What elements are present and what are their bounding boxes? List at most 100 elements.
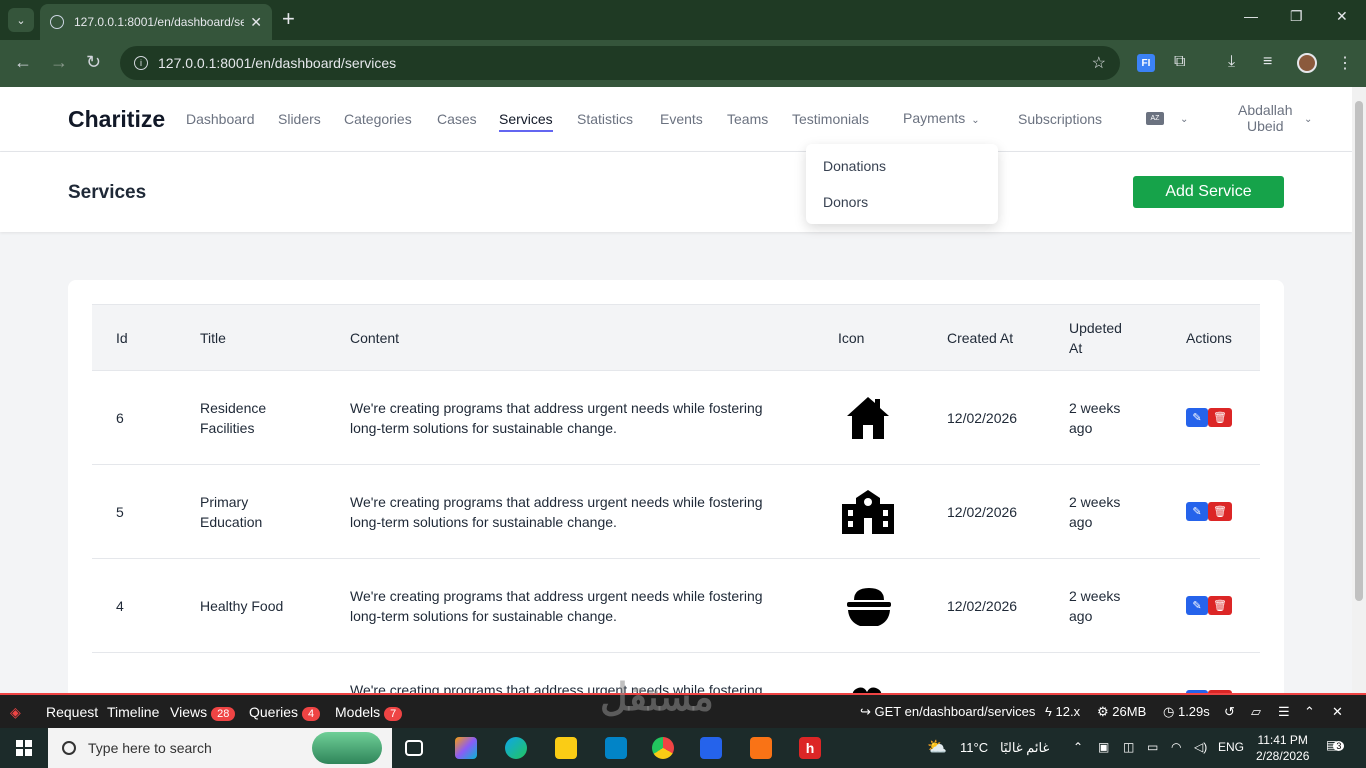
- tab-search-button[interactable]: ⌄: [8, 8, 34, 32]
- nav-cases[interactable]: Cases: [437, 111, 477, 127]
- language-chevron-icon[interactable]: ⌄: [1174, 109, 1188, 125]
- history-icon[interactable]: ↺: [1224, 704, 1235, 720]
- cell-created: 12/02/2026: [923, 370, 1045, 465]
- reload-icon[interactable]: ↻: [86, 52, 101, 73]
- services-table: Id Title Content Icon Created At Updeted…: [92, 304, 1260, 693]
- user-chevron-icon[interactable]: ⌄: [1298, 109, 1312, 125]
- fi-extension-icon[interactable]: FI: [1137, 54, 1155, 72]
- volume-icon[interactable]: ◁): [1194, 740, 1207, 754]
- site-info-icon[interactable]: i: [134, 56, 148, 70]
- school-icon: [842, 489, 894, 534]
- cell-icon: [814, 464, 923, 559]
- debug-request-tab[interactable]: Request: [46, 704, 98, 720]
- nav-teams[interactable]: Teams: [727, 111, 768, 127]
- edit-icon[interactable]: ✎: [1186, 596, 1208, 615]
- user-first-name: Abdallah: [1238, 102, 1293, 118]
- nav-dashboard[interactable]: Dashboard: [186, 111, 255, 127]
- debug-models-tab[interactable]: Models 7: [335, 704, 403, 721]
- trash-icon[interactable]: 🗑: [1208, 596, 1232, 615]
- wifi-icon[interactable]: ◠: [1171, 740, 1181, 754]
- nav-services[interactable]: Services: [499, 111, 553, 132]
- download-icon[interactable]: ⤓: [1228, 53, 1235, 71]
- debug-queries-tab[interactable]: Queries 4: [249, 704, 321, 721]
- close-window-icon[interactable]: ✕: [1336, 8, 1348, 25]
- dropdown-item-donors[interactable]: Donors: [823, 194, 868, 210]
- restore-icon[interactable]: ❐: [1290, 8, 1303, 25]
- debug-views-label: Views: [170, 704, 208, 720]
- taskbar-clock[interactable]: 11:41 PM 2/28/2026: [1256, 732, 1309, 764]
- notifications-icon[interactable]: ▤3: [1326, 738, 1345, 752]
- brand-logo[interactable]: Charitize: [68, 106, 165, 133]
- trash-icon[interactable]: 🗑: [1208, 408, 1232, 427]
- xampp-icon[interactable]: [750, 737, 772, 759]
- laravel-icon[interactable]: ◈: [10, 704, 21, 721]
- taskbar-search-placeholder: Type here to search: [88, 740, 212, 756]
- herd-icon[interactable]: h: [799, 737, 821, 759]
- browser-tab[interactable]: 127.0.0.1:8001/en/dashboard/se ✕: [40, 4, 272, 40]
- payments-dropdown: Donations Donors: [806, 144, 998, 224]
- nav-categories[interactable]: Categories: [344, 111, 412, 127]
- route-info[interactable]: ↪ GET en/dashboard/services: [860, 704, 1035, 720]
- nav-subscriptions[interactable]: Subscriptions: [1018, 111, 1102, 127]
- cell-updated: 2 weeks: [1045, 652, 1162, 693]
- add-service-button[interactable]: Add Service: [1133, 176, 1284, 208]
- route-text: GET en/dashboard/services: [874, 704, 1036, 719]
- language-icon[interactable]: AZ: [1146, 112, 1164, 125]
- profile-avatar[interactable]: [1297, 53, 1317, 73]
- tray-apps-icon[interactable]: ▣: [1098, 740, 1109, 754]
- copilot-icon[interactable]: [455, 737, 477, 759]
- media-control-icon[interactable]: ≡: [1263, 53, 1272, 71]
- edit-icon[interactable]: ✎: [1186, 408, 1208, 427]
- nav-payments[interactable]: Payments ⌄: [903, 110, 980, 126]
- taskbar-search[interactable]: Type here to search: [48, 728, 392, 768]
- address-bar[interactable]: i 127.0.0.1:8001/en/dashboard/services ☆: [120, 46, 1120, 80]
- chevron-up-icon[interactable]: ⌃: [1304, 704, 1315, 720]
- cell-content: We're creating programs that address urg…: [326, 652, 814, 693]
- close-tab-icon[interactable]: ✕: [250, 14, 262, 31]
- tray-network-icon[interactable]: ◫: [1123, 740, 1134, 754]
- trash-icon[interactable]: 🗑: [1208, 502, 1232, 521]
- edit-icon[interactable]: ✎: [1186, 502, 1208, 521]
- dropdown-item-donations[interactable]: Donations: [823, 158, 886, 174]
- nav-testimonials[interactable]: Testimonials: [792, 111, 869, 127]
- battery-icon[interactable]: ▭: [1147, 740, 1158, 754]
- nav-sliders[interactable]: Sliders: [278, 111, 321, 127]
- input-language[interactable]: ENG: [1218, 740, 1244, 754]
- cell-updated: 2 weeks ago: [1045, 464, 1162, 559]
- menu-kebab-icon[interactable]: ⋮: [1337, 53, 1353, 73]
- cell-updated: 2 weeks ago: [1045, 370, 1162, 465]
- weather-cloud-icon[interactable]: ⛅: [927, 737, 947, 757]
- back-icon[interactable]: ←: [14, 52, 32, 73]
- extensions-icon[interactable]: ⧉: [1174, 53, 1185, 71]
- bookmark-star-icon[interactable]: ☆: [1092, 53, 1106, 73]
- new-tab-button[interactable]: +: [282, 7, 295, 31]
- edge-icon[interactable]: [505, 737, 527, 759]
- cell-id: 5: [92, 464, 176, 559]
- debug-timeline-tab[interactable]: Timeline: [107, 704, 159, 720]
- user-menu[interactable]: Abdallah Ubeid: [1238, 102, 1293, 134]
- file-explorer-icon[interactable]: [555, 737, 577, 759]
- services-card: Id Title Content Icon Created At Updeted…: [68, 280, 1284, 693]
- scrollbar-thumb[interactable]: [1355, 101, 1363, 601]
- cell-title: Healthy Food: [176, 558, 326, 653]
- weather-temp[interactable]: 11°C: [960, 740, 988, 755]
- chrome-icon[interactable]: [652, 737, 674, 759]
- debug-views-tab[interactable]: Views 28: [170, 704, 236, 721]
- memory-text: 26MB: [1112, 704, 1147, 719]
- minimize-icon[interactable]: —: [1244, 8, 1258, 24]
- cell-actions: ✎🗑: [1162, 558, 1260, 653]
- task-view-icon[interactable]: [405, 740, 423, 756]
- nav-statistics[interactable]: Statistics: [577, 111, 633, 127]
- table-row: 4 Healthy Food We're creating programs t…: [92, 558, 1260, 653]
- cell-content: We're creating programs that address urg…: [326, 558, 814, 653]
- windows-start-icon[interactable]: [16, 740, 32, 756]
- tray-chevron-icon[interactable]: ⌃: [1073, 740, 1083, 754]
- close-debugbar-icon[interactable]: ✕: [1332, 704, 1343, 720]
- forward-icon[interactable]: →: [50, 52, 68, 73]
- page-scrollbar[interactable]: [1352, 87, 1366, 693]
- store-icon[interactable]: [605, 737, 627, 759]
- settings-icon[interactable]: ☰: [1278, 704, 1290, 720]
- folder-open-icon[interactable]: ▱: [1251, 704, 1261, 720]
- vscode-icon[interactable]: [700, 737, 722, 759]
- nav-events[interactable]: Events: [660, 111, 703, 127]
